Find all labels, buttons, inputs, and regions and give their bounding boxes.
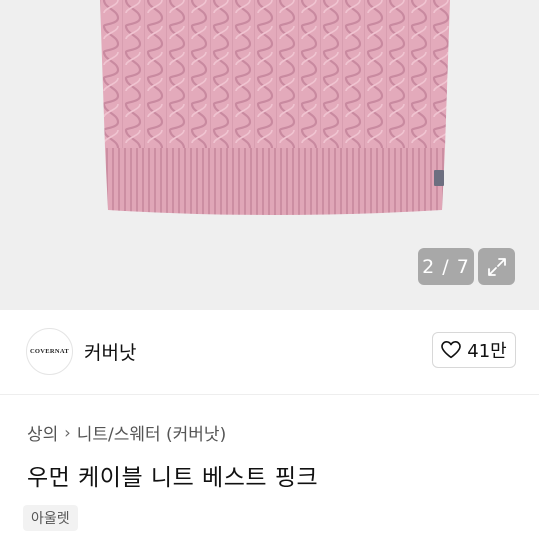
outlet-tag: 아울렛 bbox=[23, 505, 78, 531]
brand-logo[interactable]: COVERNAT bbox=[26, 328, 73, 375]
image-counter: 2 / 7 bbox=[418, 248, 474, 285]
brand-name[interactable]: 커버낫 bbox=[84, 338, 136, 365]
product-image-gallery[interactable]: 2 / 7 bbox=[0, 0, 539, 310]
chevron-right-icon: › bbox=[64, 423, 71, 442]
expand-arrows-icon bbox=[487, 257, 506, 276]
breadcrumb-subcategory[interactable]: 니트/스웨터 (커버낫) bbox=[77, 420, 227, 445]
product-title: 우먼 케이블 니트 베스트 핑크 bbox=[27, 465, 319, 491]
like-button[interactable]: 41만 bbox=[432, 332, 516, 368]
breadcrumb: 상의 › 니트/스웨터 (커버낫) bbox=[27, 420, 226, 445]
brand-row: COVERNAT 커버낫 41만 bbox=[0, 310, 539, 395]
expand-button[interactable] bbox=[478, 248, 515, 285]
like-count: 41만 bbox=[467, 341, 507, 362]
product-image bbox=[100, 0, 450, 215]
breadcrumb-category[interactable]: 상의 bbox=[27, 420, 58, 445]
heart-outline-icon bbox=[441, 341, 462, 359]
